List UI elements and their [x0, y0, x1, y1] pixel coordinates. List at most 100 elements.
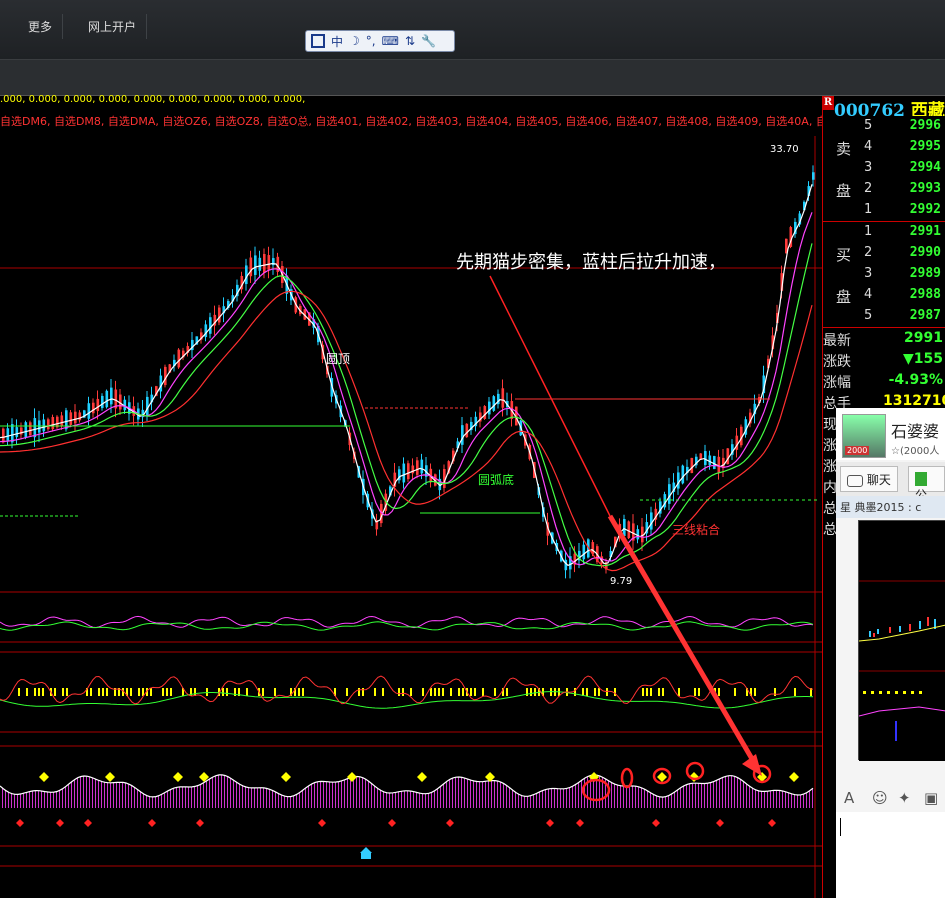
font-icon[interactable]: A: [844, 789, 854, 807]
ime-keyboard-icon[interactable]: ⌨: [382, 34, 399, 48]
buy-level: 5: [864, 308, 873, 323]
histogram-bar: [128, 783, 129, 808]
histogram-bar: [680, 788, 681, 808]
histogram-bar: [545, 789, 546, 808]
candlestick-series: [2, 165, 815, 579]
histogram-bar: [29, 791, 30, 808]
chat-image-preview[interactable]: [858, 520, 945, 761]
candle-body: [78, 412, 82, 421]
sell-row[interactable]: 2 2993: [822, 181, 945, 202]
sell-price: 2994: [909, 160, 941, 175]
ime-moon-icon[interactable]: ☽: [349, 34, 360, 48]
histogram-bar: [398, 791, 399, 808]
candle-body: [87, 403, 91, 419]
indicator-bar: [530, 688, 532, 696]
chat-button[interactable]: 聊天: [840, 466, 898, 492]
chat-avatar[interactable]: 2000: [842, 414, 886, 458]
histogram-bar: [311, 784, 312, 808]
signal-diamond-red: [196, 819, 204, 827]
buy-row[interactable]: 5 2987: [822, 308, 945, 329]
quote-stat-label: 涨幅: [823, 375, 851, 391]
histogram-bar: [56, 791, 57, 808]
histogram-bar: [260, 787, 261, 808]
candle-body: [668, 484, 671, 504]
histogram-bar: [98, 779, 99, 808]
candle-body: [209, 317, 212, 334]
histogram-bar: [233, 779, 234, 808]
indicator-bar: [26, 688, 28, 696]
histogram-bar: [401, 791, 402, 808]
histogram-bar: [413, 791, 414, 808]
text-cursor: [840, 818, 841, 836]
candle-body: [204, 324, 208, 338]
ime-chinese-toggle[interactable]: 中: [331, 33, 343, 50]
indicator-bar: [482, 688, 484, 696]
histogram-bar: [116, 782, 117, 808]
chat-message-tab[interactable]: 星 典墨2015 : c: [836, 496, 945, 518]
sell-row[interactable]: 5 2996: [822, 118, 945, 139]
menu-more[interactable]: 更多: [18, 14, 64, 39]
histogram-bar: [275, 791, 276, 808]
sell-row[interactable]: 3 2994: [822, 160, 945, 181]
histogram-bar: [461, 777, 462, 808]
mini-chart: [858, 521, 945, 761]
histogram-bar: [809, 791, 810, 808]
magic-icon[interactable]: ✦: [898, 789, 911, 807]
histogram-bar: [494, 780, 495, 808]
indicator-bar: [374, 688, 376, 696]
emoji-icon[interactable]: ☺: [872, 789, 888, 807]
candle-body: [245, 265, 248, 285]
signal-diamond: [39, 772, 49, 782]
histogram-bar: [803, 794, 804, 808]
menu-open-account[interactable]: 网上开户: [78, 14, 148, 39]
indicator-bar: [430, 688, 432, 696]
histogram-bar: [734, 776, 735, 808]
ime-settings-icon[interactable]: 🔧: [421, 34, 436, 48]
histogram-bar: [659, 796, 660, 808]
indicator-bar: [262, 688, 264, 696]
kline-chart[interactable]: 圆顶 圆弧底 三线粘合 33.70 9.79 14: [0, 96, 837, 898]
screenshot-icon[interactable]: ▣: [924, 789, 938, 807]
stock-header[interactable]: R000762 西藏矿: [822, 96, 945, 116]
sell-row[interactable]: 1 2992: [822, 202, 945, 223]
candle-body: [24, 422, 28, 438]
buy-row[interactable]: 1 2991: [822, 224, 945, 245]
histogram-bar: [86, 776, 87, 808]
histogram-bar: [191, 786, 192, 808]
stock-code: 000762: [834, 101, 905, 116]
ime-punct-icon[interactable]: °,: [366, 34, 376, 48]
histogram-bar: [395, 792, 396, 808]
histogram-bar: [41, 791, 42, 808]
announce-button[interactable]: 公: [908, 466, 945, 502]
buy-row[interactable]: 3 2989: [822, 266, 945, 287]
buy-row[interactable]: 2 2990: [822, 245, 945, 266]
buy-level: 1: [864, 224, 873, 239]
histogram-bar: [758, 790, 759, 808]
indicator-bar: [138, 688, 140, 696]
ime-toolbar[interactable]: 中 ☽ °, ⌨ ⇅ 🔧: [305, 30, 455, 52]
chart-canvas[interactable]: 圆顶 圆弧底 三线粘合 33.70 9.79 14: [0, 96, 837, 898]
candle-body: [263, 253, 266, 273]
histogram-bar: [455, 777, 456, 808]
indicator-bar: [534, 688, 536, 696]
candle-body: [96, 398, 100, 412]
histogram-bar: [419, 792, 420, 808]
chat-contact-name[interactable]: 石婆婆: [891, 418, 939, 442]
histogram-bar: [182, 786, 183, 808]
indicator-bar: [662, 688, 664, 696]
ma-line: [0, 184, 813, 567]
ime-logo-icon[interactable]: [311, 34, 325, 48]
sell-row[interactable]: 4 2995: [822, 139, 945, 160]
buy-row[interactable]: 4 2988: [822, 287, 945, 308]
indicator-bar: [442, 688, 444, 696]
ime-switch-icon[interactable]: ⇅: [405, 34, 415, 48]
chat-message-input[interactable]: [836, 812, 945, 898]
histogram-bar: [656, 795, 657, 808]
histogram-bar: [623, 785, 624, 808]
histogram-bar: [35, 790, 36, 808]
sell-price: 2993: [909, 181, 941, 196]
histogram-bar: [653, 794, 654, 808]
custom-formula-line: 自选DM6, 自选DM8, 自选DMA, 自选OZ6, 自选OZ8, 自选O总,…: [0, 115, 877, 128]
histogram-bar: [326, 781, 327, 808]
histogram-bar: [518, 793, 519, 808]
